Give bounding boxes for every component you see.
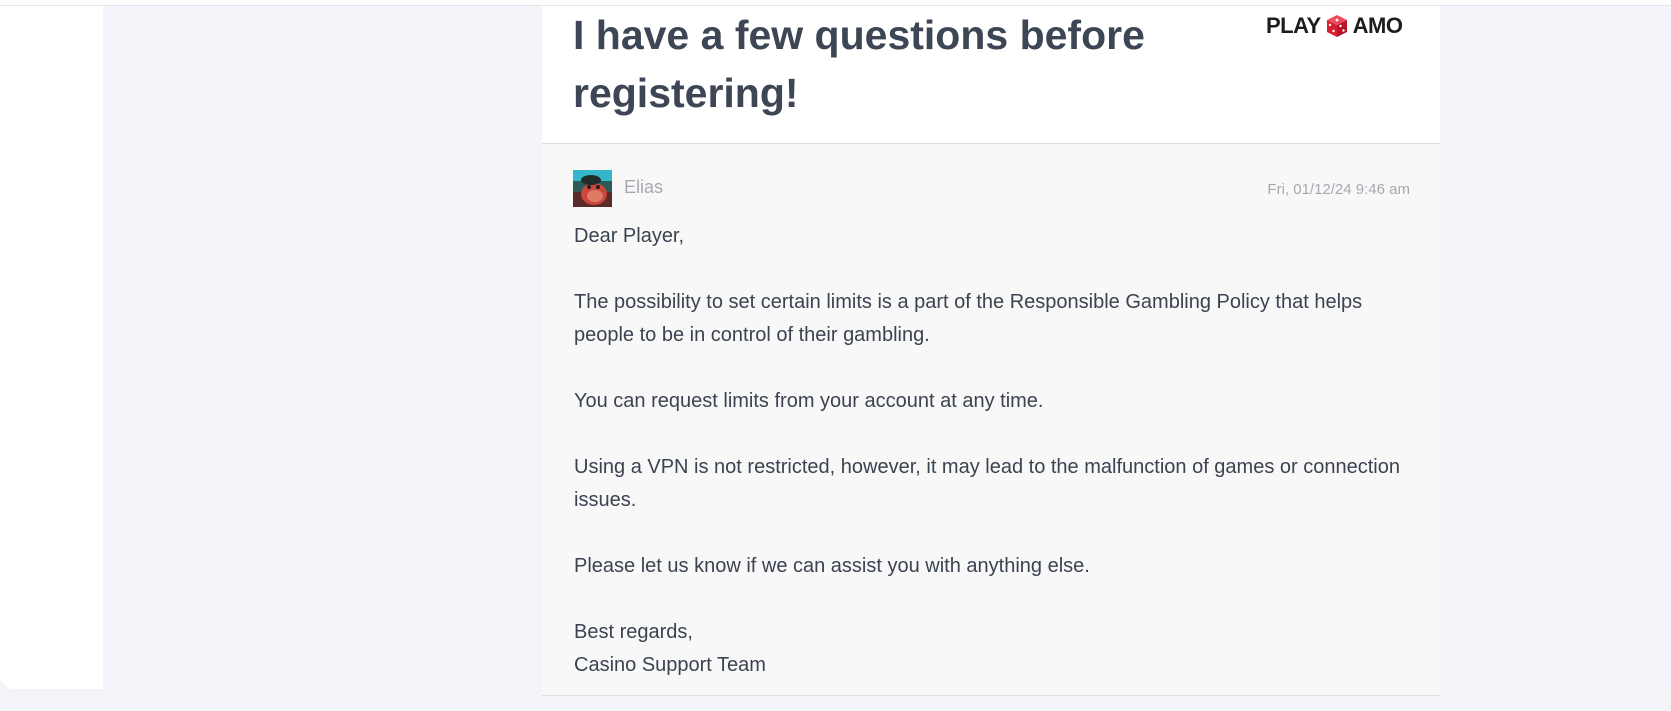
content-area: I have a few questions before registerin… bbox=[103, 6, 1671, 696]
avatar bbox=[573, 170, 612, 207]
message-paragraph: Dear Player, bbox=[574, 225, 685, 247]
left-sidebar-panel bbox=[0, 6, 103, 689]
message-body: Dear Player, The possibility to set cert… bbox=[574, 220, 1414, 682]
message-timestamp: Fri, 01/12/24 9:46 am bbox=[1267, 181, 1410, 198]
ticket-header: I have a few questions before registerin… bbox=[542, 6, 1440, 144]
author-name: Elias bbox=[624, 177, 664, 197]
ticket-card: I have a few questions before registerin… bbox=[542, 6, 1440, 696]
avatar-image bbox=[573, 170, 612, 207]
message-paragraph: The possibility to set certain limits is… bbox=[574, 291, 1363, 346]
message-paragraph: You can request limits from your account… bbox=[574, 390, 1044, 412]
message-signoff: Best regards, bbox=[574, 621, 693, 643]
brand-logo-right-text: AMO bbox=[1352, 13, 1403, 38]
message-paragraph: Using a VPN is not restricted, however, … bbox=[574, 456, 1400, 511]
message-signature: Casino Support Team bbox=[574, 654, 766, 676]
brand-logo-left-text: PLAY bbox=[1266, 13, 1321, 38]
brand-logo: PLAY AMO bbox=[1266, 13, 1403, 39]
ticket-title: I have a few questions before registerin… bbox=[573, 12, 1145, 116]
message-card: Elias Fri, 01/12/24 9:46 am Dear Player,… bbox=[542, 144, 1440, 696]
message-paragraph: Please let us know if we can assist you … bbox=[574, 555, 1090, 577]
dice-icon bbox=[1326, 15, 1347, 37]
